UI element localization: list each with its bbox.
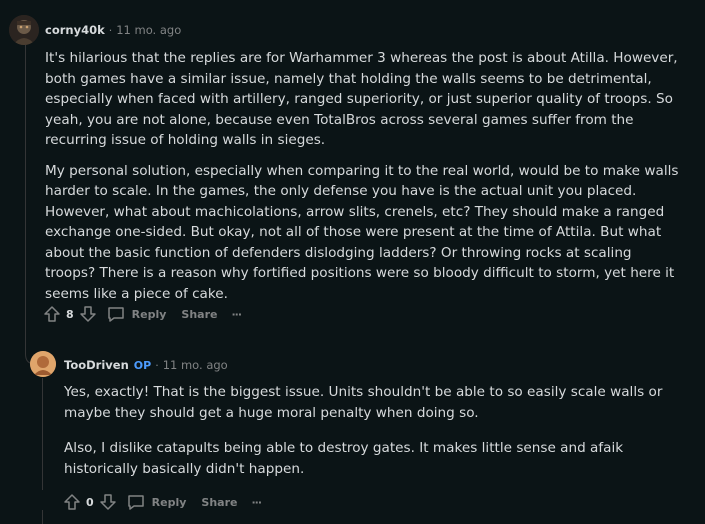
thread-line[interactable] <box>25 44 26 296</box>
author-name[interactable]: corny40k <box>45 23 105 37</box>
avatar[interactable] <box>9 15 39 45</box>
separator: · <box>108 23 113 37</box>
reply-button[interactable]: Reply <box>152 496 187 509</box>
comment-body: Yes, exactly! That is the biggest issue.… <box>64 382 689 479</box>
comment: TooDriven OP · 11 mo. ago <box>64 355 684 375</box>
share-button[interactable]: Share <box>201 496 237 509</box>
vote-score: 0 <box>86 495 94 509</box>
downvote-icon[interactable] <box>78 304 98 324</box>
timestamp[interactable]: 11 mo. ago <box>116 23 181 37</box>
comment-header: corny40k · 11 mo. ago <box>45 20 685 40</box>
comment: corny40k · 11 mo. ago <box>45 20 685 40</box>
comment-paragraph: Yes, exactly! That is the biggest issue.… <box>64 384 663 421</box>
reply-icon[interactable] <box>106 304 126 324</box>
vote-score: 8 <box>66 307 74 321</box>
reply-icon[interactable] <box>126 492 146 512</box>
more-options-button[interactable]: ··· <box>231 308 242 321</box>
op-badge: OP <box>133 358 152 372</box>
thread-line[interactable] <box>42 378 43 490</box>
author-name[interactable]: TooDriven <box>64 358 129 372</box>
comment-paragraph: My personal solution, especially when co… <box>45 162 679 302</box>
comment-body: It's hilarious that the replies are for … <box>45 48 685 304</box>
comment-actions: 8 Reply Share ··· <box>42 302 242 326</box>
comment-paragraph: Also, I dislike catapults being able to … <box>64 440 624 477</box>
separator: · <box>155 358 159 372</box>
upvote-icon[interactable] <box>42 304 62 324</box>
timestamp[interactable]: 11 mo. ago <box>163 358 228 372</box>
thread-line[interactable] <box>42 510 43 524</box>
upvote-icon[interactable] <box>62 492 82 512</box>
share-button[interactable]: Share <box>181 308 217 321</box>
reply-button[interactable]: Reply <box>132 308 167 321</box>
more-options-button[interactable]: ··· <box>251 496 262 509</box>
downvote-icon[interactable] <box>98 492 118 512</box>
comment-header: TooDriven OP · 11 mo. ago <box>64 355 684 375</box>
comment-paragraph: It's hilarious that the replies are for … <box>45 50 678 148</box>
avatar[interactable] <box>30 351 56 377</box>
comment-actions: 0 Reply Share ··· <box>62 490 262 514</box>
